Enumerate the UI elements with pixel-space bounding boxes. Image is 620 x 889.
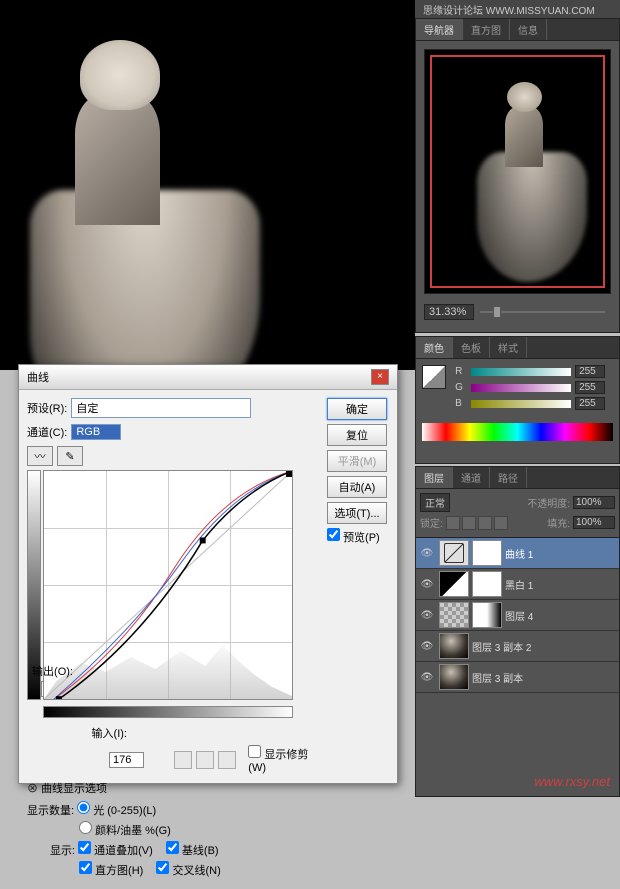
g-label: G xyxy=(455,382,467,393)
channel-select[interactable]: RGB xyxy=(71,424,121,440)
layer-row[interactable]: 图层 3 副本 2 xyxy=(416,631,619,662)
preset-label: 预设(R): xyxy=(27,400,67,416)
layer-thumb[interactable] xyxy=(439,633,469,659)
tab-histogram[interactable]: 直方图 xyxy=(463,19,510,40)
output-label: 输出(O): xyxy=(23,663,73,679)
show-label: 显示: xyxy=(27,842,75,858)
layer-thumb[interactable] xyxy=(439,602,469,628)
curve-pencil-tool-icon[interactable]: ✎ xyxy=(57,446,83,466)
layer-row[interactable]: 黑白 1 xyxy=(416,569,619,600)
visibility-eye-icon[interactable] xyxy=(418,544,436,562)
layers-panel: 图层 通道 路径 正常 不透明度: 100% 锁定: 填充: 100% 曲线 1… xyxy=(415,466,620,797)
tab-info[interactable]: 信息 xyxy=(510,19,547,40)
input-value[interactable]: 176 xyxy=(109,752,144,768)
layer-name: 曲线 1 xyxy=(505,546,533,561)
watermark: www.rxsy.net xyxy=(534,774,610,789)
layer-row[interactable]: 图层 3 副本 xyxy=(416,662,619,693)
b-label: B xyxy=(455,398,467,409)
layer-name: 黑白 1 xyxy=(505,577,533,592)
opacity-input[interactable]: 100% xyxy=(573,496,615,509)
cancel-button[interactable]: 复位 xyxy=(327,424,387,446)
canvas-image xyxy=(0,0,415,370)
opacity-label: 不透明度: xyxy=(527,495,570,510)
lock-position-icon[interactable] xyxy=(478,516,492,530)
input-label: 输入(I): xyxy=(27,725,127,741)
curves-dialog: 曲线 × 预设(R): 自定 通道(C): RGB 〰 ✎ xyxy=(18,364,398,784)
visibility-eye-icon[interactable] xyxy=(418,637,436,655)
r-value[interactable]: 255 xyxy=(575,365,605,378)
histogram-checkbox[interactable] xyxy=(79,861,92,874)
close-button[interactable]: × xyxy=(371,369,389,385)
curve-point-tool-icon[interactable]: 〰 xyxy=(27,446,53,466)
g-slider[interactable] xyxy=(471,384,571,392)
baseline-checkbox[interactable] xyxy=(166,841,179,854)
input-gradient xyxy=(43,706,293,718)
layer-mask-thumb[interactable] xyxy=(472,571,502,597)
tab-channels[interactable]: 通道 xyxy=(453,467,490,488)
ok-button[interactable]: 确定 xyxy=(327,398,387,420)
app-title-bar: 思缘设计论坛 WWW.MISSYUAN.COM xyxy=(415,0,620,18)
fill-label: 填充: xyxy=(547,515,570,530)
gray-point-eyedropper-icon[interactable] xyxy=(196,751,214,769)
g-value[interactable]: 255 xyxy=(575,381,605,394)
lock-all-icon[interactable] xyxy=(494,516,508,530)
layer-mask-thumb[interactable] xyxy=(472,602,502,628)
layer-thumb[interactable] xyxy=(439,664,469,690)
tab-color[interactable]: 颜色 xyxy=(416,337,453,358)
photo-subject xyxy=(30,40,250,360)
layer-row[interactable]: 曲线 1 xyxy=(416,538,619,569)
tab-layers[interactable]: 图层 xyxy=(416,467,453,488)
layer-name: 图层 3 副本 2 xyxy=(472,639,531,654)
preview-checkbox[interactable] xyxy=(327,528,340,541)
color-panel: 颜色 色板 样式 R 255 G 255 B 255 xyxy=(415,336,620,464)
tab-paths[interactable]: 路径 xyxy=(490,467,527,488)
layers-list: 曲线 1 黑白 1 图层 4 图层 3 副本 2 图层 3 副本 xyxy=(416,538,619,693)
layer-thumb[interactable] xyxy=(439,540,469,566)
show-clip-checkbox[interactable] xyxy=(248,745,261,758)
layer-thumb[interactable] xyxy=(439,571,469,597)
lock-transparent-icon[interactable] xyxy=(446,516,460,530)
r-slider[interactable] xyxy=(471,368,571,376)
lock-label: 锁定: xyxy=(420,515,443,530)
layer-mask-thumb[interactable] xyxy=(472,540,502,566)
auto-button[interactable]: 自动(A) xyxy=(327,476,387,498)
foreground-color-swatch[interactable] xyxy=(422,365,446,389)
pigment-radio[interactable] xyxy=(79,821,92,834)
white-point-eyedropper-icon[interactable] xyxy=(218,751,236,769)
visibility-eye-icon[interactable] xyxy=(418,668,436,686)
visibility-eye-icon[interactable] xyxy=(418,575,436,593)
zoom-slider[interactable] xyxy=(480,306,605,318)
b-value[interactable]: 255 xyxy=(575,397,605,410)
layer-row[interactable]: 图层 4 xyxy=(416,600,619,631)
intersection-checkbox[interactable] xyxy=(156,861,169,874)
tab-swatches[interactable]: 色板 xyxy=(453,337,490,358)
dialog-title: 曲线 xyxy=(27,369,371,385)
b-slider[interactable] xyxy=(471,400,571,408)
navigator-panel: 导航器 直方图 信息 31.33% xyxy=(415,18,620,333)
layer-name: 图层 4 xyxy=(505,608,533,623)
channel-label: 通道(C): xyxy=(27,424,67,440)
light-radio[interactable] xyxy=(77,801,90,814)
lock-pixels-icon[interactable] xyxy=(462,516,476,530)
layer-name: 图层 3 副本 xyxy=(472,670,523,685)
tab-styles[interactable]: 样式 xyxy=(490,337,527,358)
tab-navigator[interactable]: 导航器 xyxy=(416,19,463,40)
black-point-eyedropper-icon[interactable] xyxy=(174,751,192,769)
amount-label: 显示数量: xyxy=(27,805,74,817)
visibility-eye-icon[interactable] xyxy=(418,606,436,624)
navigator-preview[interactable] xyxy=(424,49,611,294)
r-label: R xyxy=(455,366,467,377)
blend-mode-select[interactable]: 正常 xyxy=(420,493,450,512)
zoom-value[interactable]: 31.33% xyxy=(424,304,474,320)
display-options-toggle[interactable]: 曲线显示选项 xyxy=(27,778,319,798)
color-spectrum[interactable] xyxy=(422,423,613,441)
smooth-button[interactable]: 平滑(M) xyxy=(327,450,387,472)
options-button[interactable]: 选项(T)... xyxy=(327,502,387,524)
overlay-checkbox[interactable] xyxy=(78,841,91,854)
preset-select[interactable]: 自定 xyxy=(71,398,251,418)
fill-input[interactable]: 100% xyxy=(573,516,615,529)
